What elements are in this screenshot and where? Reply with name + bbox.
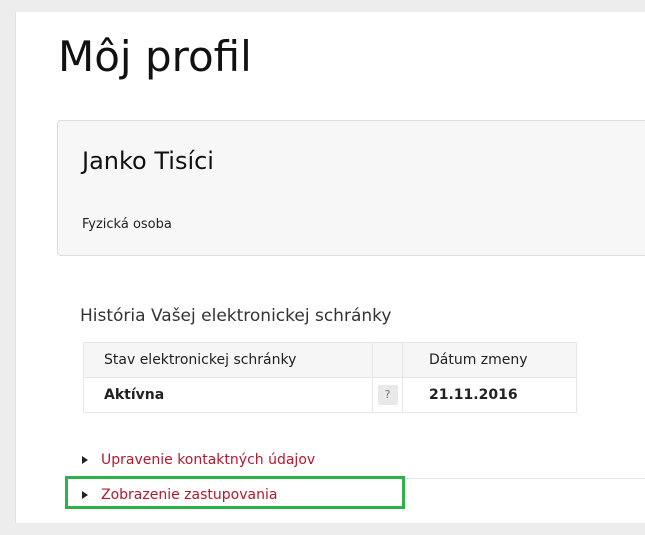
profile-card: Janko Tisíci Fyzická osoba: [57, 120, 645, 256]
column-header-state: Stav elektronickej schránky: [83, 342, 373, 378]
page-content: Môj profil Janko Tisíci Fyzická osoba Hi…: [15, 12, 645, 523]
edit-contact-details-link[interactable]: Upravenie kontaktných údajov: [82, 452, 315, 468]
show-representation-link[interactable]: Zobrazenie zastupovania: [82, 487, 277, 503]
history-table: Stav elektronickej schránky Dátum zmeny …: [83, 342, 577, 413]
show-representation-label: Zobrazenie zastupovania: [101, 487, 278, 503]
cell-state: Aktívna: [83, 377, 373, 413]
edit-contact-details-label: Upravenie kontaktných údajov: [101, 452, 316, 468]
history-section-title: História Vašej elektronickej schránky: [80, 306, 392, 326]
column-header-help: [372, 342, 403, 378]
table-header-row: Stav elektronickej schránky Dátum zmeny: [83, 342, 577, 378]
profile-name: Janko Tisíci: [82, 147, 214, 175]
triangle-right-icon: [82, 491, 88, 499]
cell-date: 21.11.2016: [402, 377, 577, 413]
column-header-date: Dátum zmeny: [402, 342, 577, 378]
divider: [79, 478, 645, 479]
profile-type: Fyzická osoba: [82, 217, 172, 232]
table-row: Aktívna ? 21.11.2016: [83, 377, 577, 413]
cell-help: ?: [372, 377, 403, 413]
help-icon[interactable]: ?: [377, 385, 398, 405]
page-title: Môj profil: [58, 32, 252, 81]
triangle-right-icon: [82, 456, 88, 464]
